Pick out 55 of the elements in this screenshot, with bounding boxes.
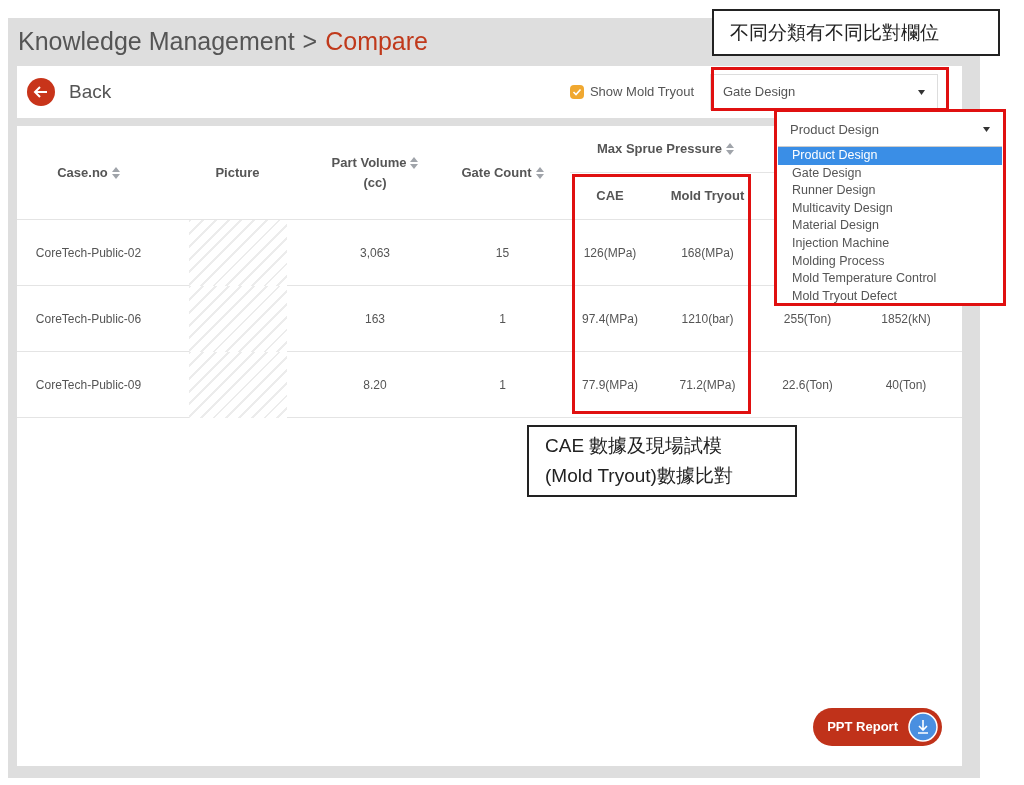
column-header: Max Sprue Pressure xyxy=(597,140,722,159)
dropdown-option[interactable]: Gate Design xyxy=(778,164,1002,183)
table-cell-text: 3,063 xyxy=(360,245,390,262)
column-header: CAE xyxy=(596,187,624,206)
sort-icon[interactable] xyxy=(535,166,544,179)
checkmark-icon xyxy=(571,87,582,97)
table-cell-text: 168(MPa) xyxy=(681,245,734,262)
caret-icon xyxy=(918,89,925,95)
category-select[interactable]: Gate Design xyxy=(710,74,938,110)
table-cell-text: 1 xyxy=(499,377,506,394)
dropdown-option[interactable]: Multicavity Design xyxy=(778,199,1002,218)
dropdown-value[interactable]: Product Design xyxy=(790,119,879,140)
column-header: Gate Count xyxy=(461,163,532,182)
column-header: Part Volume xyxy=(331,153,407,172)
table-cell-text: 40(Ton) xyxy=(885,377,927,394)
dropdown-option[interactable]: Mold Tryout Defect xyxy=(778,287,1002,306)
table-cell-text: 71.2(MPa) xyxy=(679,377,736,394)
table-cell-text: CoreTech-Public-09 xyxy=(35,377,142,394)
dropdown-option[interactable]: Material Design xyxy=(778,217,1002,235)
arrow-left-icon xyxy=(27,78,55,106)
column-header: Picture xyxy=(215,163,260,182)
sort-icon[interactable] xyxy=(726,143,734,155)
column-unit: (cc) xyxy=(363,173,387,192)
dropdown-option[interactable]: Molding Process xyxy=(778,252,1002,271)
table-cell-text: 8.20 xyxy=(363,377,387,394)
table-cell-text: 1852(kN) xyxy=(881,311,931,328)
caret-icon xyxy=(983,127,990,132)
checkbox-label[interactable]: Show Mold Tryout xyxy=(589,82,694,102)
table-cell-text: 97.4(MPa) xyxy=(582,311,638,328)
page-subtitle: Compare xyxy=(325,26,428,58)
table-cell-text: 77.9(MPa) xyxy=(582,377,638,394)
table-cell-text: 163 xyxy=(365,311,385,328)
column-header: Mold Tryout xyxy=(670,187,745,206)
table-cell-text: 255(Ton) xyxy=(783,311,832,328)
sort-icon[interactable] xyxy=(410,156,419,169)
page-title: Knowledge Management xyxy=(18,26,295,58)
table-cell-text: CoreTech-Public-02 xyxy=(35,245,142,262)
table-cell-text: 22.6(Ton) xyxy=(782,377,833,394)
dropdown-option[interactable]: Mold Temperature Control xyxy=(778,270,1002,288)
dropdown-option[interactable]: Injection Machine xyxy=(778,234,1002,253)
back-button[interactable]: Back xyxy=(27,77,112,107)
annotation-note: CAE 數據及現場試模 (Mold Tryout)數據比對 xyxy=(527,425,797,497)
table-cell-text: 1 xyxy=(499,311,506,328)
table-cell-text: 1210(bar) xyxy=(681,311,734,328)
sort-icon[interactable] xyxy=(111,166,120,179)
ppt-report-button[interactable]: PPT Report xyxy=(813,708,942,746)
dropdown-option[interactable]: Runner Design xyxy=(778,182,1002,200)
table-cell-text: CoreTech-Public-06 xyxy=(35,311,142,328)
table-cell-text: 126(MPa) xyxy=(583,245,637,262)
download-icon xyxy=(908,712,938,742)
annotation-note: 不同分類有不同比對欄位 xyxy=(712,9,1000,56)
breadcrumb-separator: > xyxy=(302,26,318,58)
checkbox[interactable] xyxy=(569,85,584,99)
column-header: Case.no xyxy=(57,163,108,182)
table-cell-text: 15 xyxy=(495,245,510,262)
